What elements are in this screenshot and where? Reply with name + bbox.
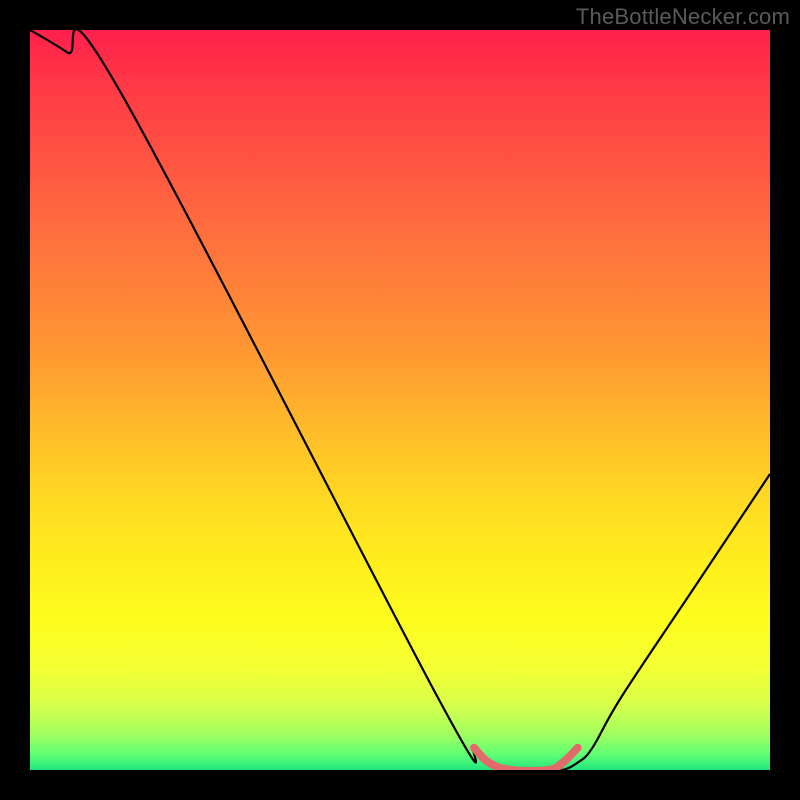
- plot-area: [30, 30, 770, 770]
- chart-container: TheBottleNecker.com: [0, 0, 800, 800]
- bottleneck-curve-path: [30, 30, 770, 770]
- curve-layer: [30, 30, 770, 770]
- optimal-range-path: [474, 748, 578, 770]
- watermark-text: TheBottleNecker.com: [576, 4, 790, 30]
